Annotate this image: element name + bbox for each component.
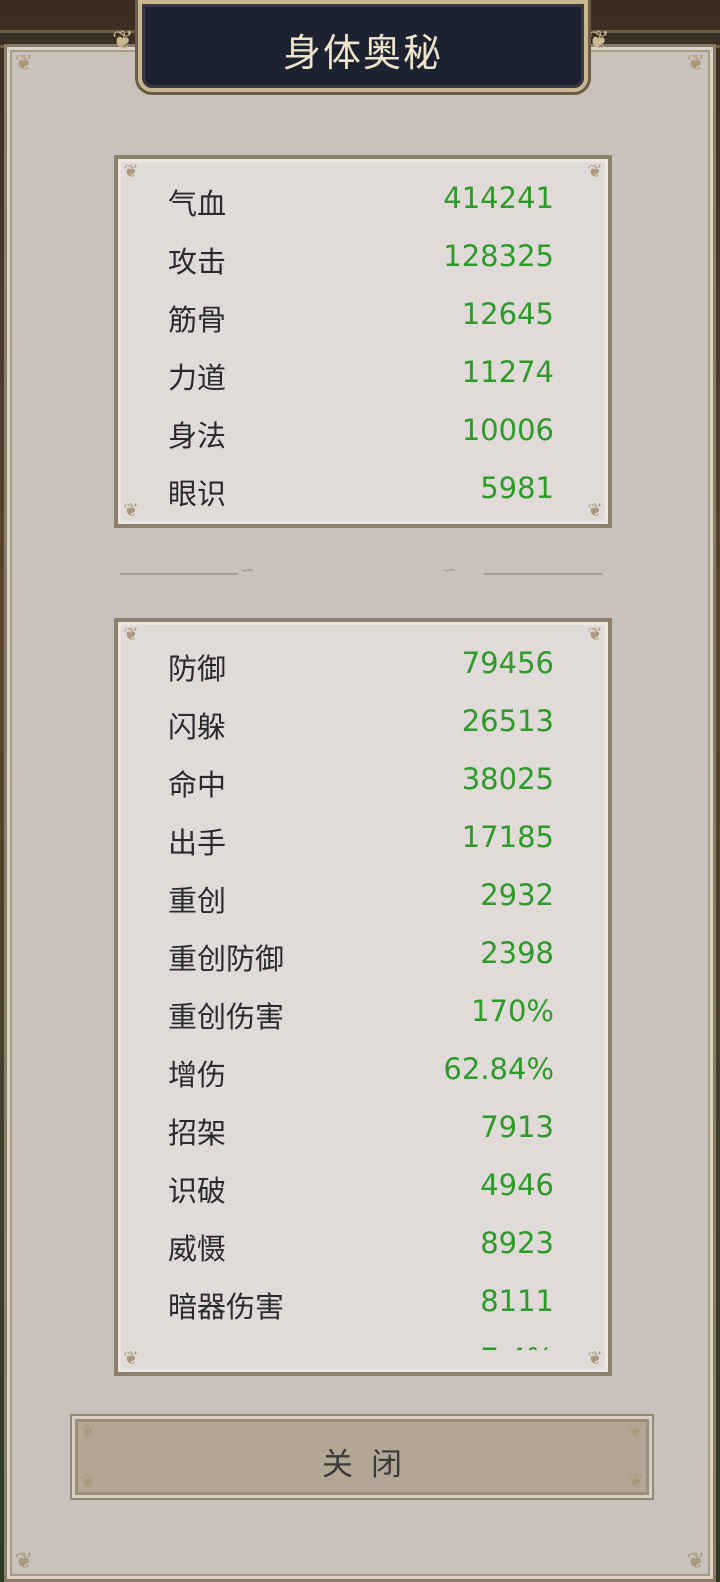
- divider-ornament-icon: ∽: [442, 560, 458, 581]
- corner-ornament-icon: ❦: [123, 500, 139, 521]
- stat-row-constitution: 筋骨 12645: [168, 291, 554, 341]
- corner-ornament-icon: ❦: [14, 51, 34, 76]
- divider-ornament-icon: ∽: [240, 560, 256, 581]
- stat-value: 10006: [461, 413, 554, 447]
- stat-row-attack: 攻击 128325: [168, 233, 554, 283]
- stat-label: 重创: [168, 884, 227, 918]
- secondary-stats-box[interactable]: ❦ ❦ ❦ ❦ 防御 79456 闪躲 26513 命中 38025 出手 17…: [114, 618, 612, 1376]
- stat-value: 414241: [443, 181, 554, 215]
- stat-value: 4946: [480, 1168, 554, 1202]
- stat-row: 命中 38025: [168, 756, 554, 806]
- stat-label: 威慑: [168, 1232, 227, 1266]
- stat-label: 暗器伤害: [168, 1290, 285, 1324]
- stat-label: 筋骨: [168, 303, 227, 337]
- corner-ornament-icon: ❦: [587, 500, 603, 521]
- stat-label: 重创防御: [168, 942, 285, 976]
- stat-value: 79456: [461, 646, 554, 680]
- stat-label: 力道: [168, 361, 227, 395]
- stat-label: 攻击: [168, 245, 227, 279]
- stat-row: 出手 17185: [168, 814, 554, 864]
- page-title: 身体奥秘: [282, 31, 443, 75]
- stat-label: 防御: [168, 652, 227, 686]
- corner-ornament-icon: ❦: [686, 51, 706, 76]
- stat-label: 识破: [168, 1174, 227, 1208]
- stat-label: 破骨概率: [168, 1342, 284, 1350]
- stat-row-insight: 眼识 5981: [168, 465, 554, 515]
- stat-row: 重创防御 2398: [168, 930, 554, 980]
- stat-value: 2932: [480, 878, 554, 912]
- stat-label: 眼识: [168, 477, 227, 511]
- stat-row: 重创伤害 170%: [168, 988, 554, 1038]
- stat-label: 增伤: [168, 1058, 227, 1092]
- primary-stats-box: ❦ ❦ ❦ ❦ 气血 414241 攻击 128325 筋骨 12645 力道 …: [114, 155, 612, 528]
- stat-label: 出手: [168, 826, 227, 860]
- section-divider: ∽ ∽: [120, 560, 604, 582]
- stat-value: 170%: [471, 994, 554, 1028]
- corner-ornament-icon: ❦: [686, 1549, 706, 1574]
- stat-label: 重创伤害: [168, 1000, 285, 1034]
- stat-value: 2398: [480, 936, 554, 970]
- stat-value: 8111: [480, 1284, 554, 1318]
- stat-row: 重创 2932: [168, 872, 554, 922]
- corner-ornament-icon: ❦: [587, 161, 603, 182]
- stat-row: 识破 4946: [168, 1162, 554, 1212]
- title-banner: 身体奥秘: [138, 0, 588, 92]
- stat-value: 17185: [461, 820, 554, 854]
- stat-value: 38025: [461, 762, 554, 796]
- stat-row: 威慑 8923: [168, 1220, 554, 1270]
- corner-ornament-icon: ❦: [123, 1348, 139, 1369]
- stat-value: 8923: [480, 1226, 554, 1260]
- stat-label: 闪躲: [168, 710, 227, 744]
- stat-row: 暗器伤害 8111: [168, 1278, 554, 1328]
- corner-ornament-icon: ❦: [14, 1549, 34, 1574]
- corner-ornament-icon: ❦: [587, 1348, 603, 1369]
- stat-value: 26513: [461, 704, 554, 738]
- stat-value: 5981: [480, 471, 554, 505]
- stat-row: 防御 79456: [168, 640, 554, 690]
- stat-row: 增伤 62.84%: [168, 1046, 554, 1096]
- stat-value: 7.4%: [480, 1342, 554, 1350]
- stat-value: 62.84%: [443, 1052, 554, 1086]
- stat-row: 破骨概率 7.4%: [168, 1336, 554, 1350]
- stat-label: 气血: [168, 187, 227, 221]
- stat-label: 身法: [168, 419, 227, 453]
- stat-value: 128325: [443, 239, 554, 273]
- close-button-label: 关闭: [322, 1447, 420, 1483]
- close-button[interactable]: ❦ ❦ ❦ ❦ 关闭: [72, 1416, 652, 1498]
- stat-label: 招架: [168, 1116, 227, 1150]
- banner-ornament-right-icon: ❦: [588, 26, 610, 56]
- stat-label: 命中: [168, 768, 227, 802]
- scroll-viewport[interactable]: 防御 79456 闪躲 26513 命中 38025 出手 17185 重创 2…: [118, 632, 608, 1350]
- stat-value: 12645: [461, 297, 554, 331]
- stat-value: 11274: [461, 355, 554, 389]
- stat-value: 7913: [480, 1110, 554, 1144]
- stat-row-agility: 身法 10006: [168, 407, 554, 457]
- stat-row: 招架 7913: [168, 1104, 554, 1154]
- banner-ornament-left-icon: ❦: [112, 26, 134, 56]
- corner-ornament-icon: ❦: [123, 161, 139, 182]
- stat-row-hp: 气血 414241: [168, 175, 554, 225]
- stat-row: 闪躲 26513: [168, 698, 554, 748]
- stat-row-strength: 力道 11274: [168, 349, 554, 399]
- game-screen: ❦ ❦ ❦ ❦ ❦ ❦ 身体奥秘 ❦ ❦ ❦ ❦ 气血 414241 攻击 12…: [0, 0, 720, 1582]
